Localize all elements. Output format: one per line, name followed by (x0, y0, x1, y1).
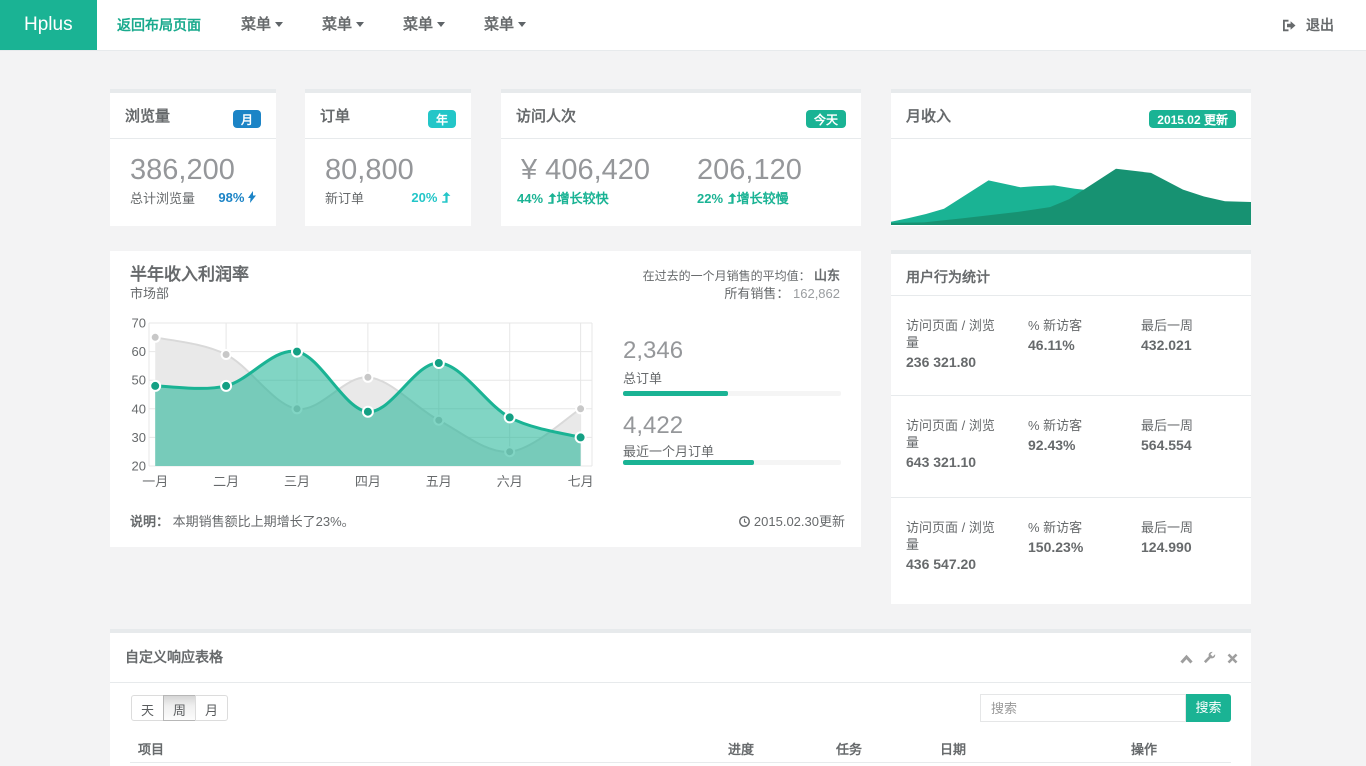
svg-text:70: 70 (132, 316, 146, 331)
svg-text:三月: 三月 (284, 474, 310, 489)
svg-text:四月: 四月 (355, 474, 381, 489)
svg-text:一月: 一月 (142, 474, 168, 489)
svg-text:二月: 二月 (213, 474, 239, 489)
svg-text:七月: 七月 (568, 474, 594, 489)
svg-text:30: 30 (132, 430, 146, 445)
svg-text:六月: 六月 (497, 474, 523, 489)
svg-text:50: 50 (132, 373, 146, 388)
svg-text:40: 40 (132, 401, 146, 416)
svg-text:60: 60 (132, 344, 146, 359)
svg-text:五月: 五月 (426, 474, 452, 489)
svg-text:20: 20 (132, 459, 146, 474)
